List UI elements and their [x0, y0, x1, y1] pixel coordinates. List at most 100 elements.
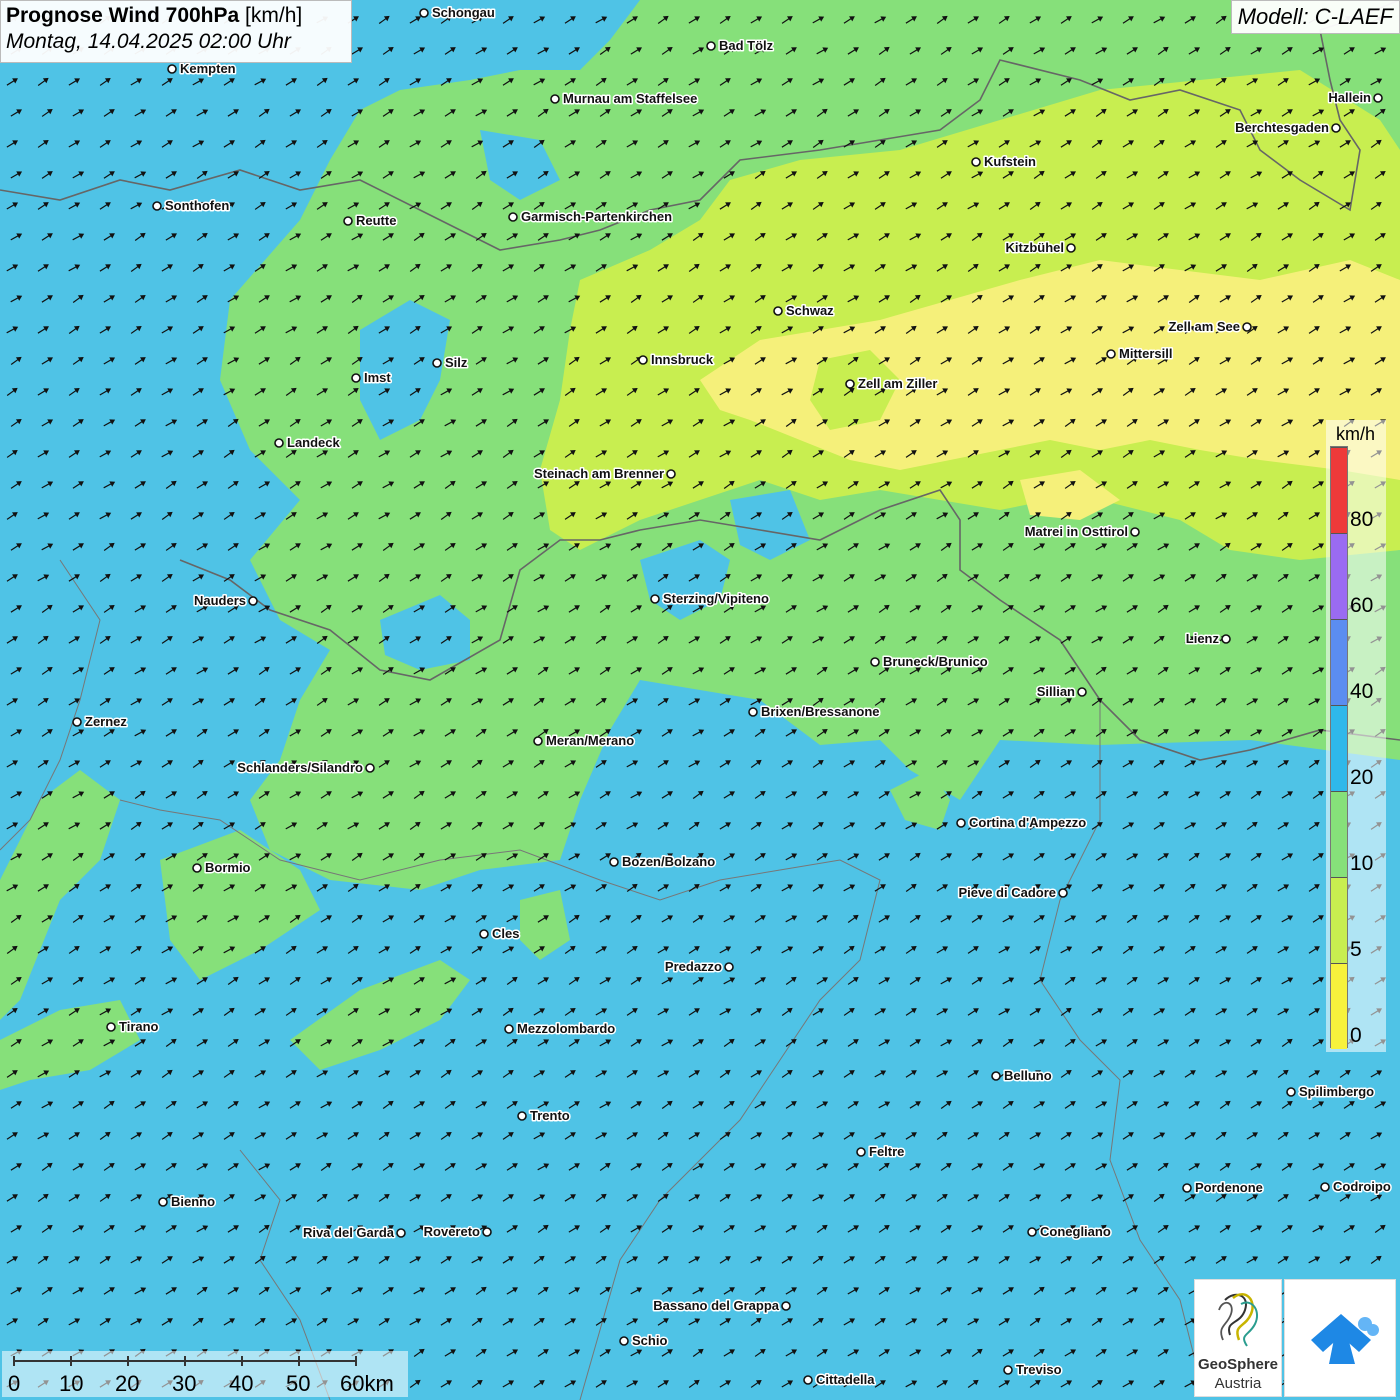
city-label: Innsbruck [651, 352, 714, 367]
weather-app-logo[interactable] [1284, 1279, 1396, 1397]
city-label: Codroipo [1333, 1179, 1391, 1194]
city-dot [650, 594, 660, 604]
city-marker: Pordenone [1182, 1179, 1264, 1197]
scale-label: 20 [115, 1371, 140, 1396]
city-dot [956, 818, 966, 828]
color-legend: km/h 0 5 10 20 40 60 80 [1326, 420, 1386, 1052]
legend-swatch [1331, 533, 1347, 619]
city-label: Schwaz [786, 303, 834, 318]
city-label: Tirano [119, 1019, 159, 1034]
city-label: Belluno [1004, 1068, 1052, 1083]
city-dot [1221, 634, 1231, 644]
legend-swatch [1331, 877, 1347, 963]
city-label: Sonthofen [165, 198, 229, 213]
city-label: Pieve di Cadore [958, 885, 1056, 900]
city-label: Cittadella [816, 1372, 875, 1387]
city-dot [1331, 123, 1341, 133]
scale-label: 30 [172, 1371, 197, 1396]
city-marker: Steinach am Brenner [532, 465, 676, 483]
city-marker: Schlanders/Silandro [236, 759, 375, 777]
city-marker: Cortina d'Ampezzo [956, 814, 1088, 832]
city-marker: Pieve di Cadore [957, 884, 1068, 902]
city-label: Berchtesgaden [1235, 120, 1329, 135]
city-label: Silz [445, 355, 468, 370]
scale-bar: 0 10 20 30 40 50 60km [2, 1351, 408, 1397]
map-title-box: Prognose Wind 700hPa [km/h] Montag, 14.0… [0, 0, 352, 63]
city-dot [803, 1375, 813, 1385]
city-marker: Schongau [419, 4, 496, 22]
city-dot [479, 929, 489, 939]
city-label: Bruneck/Brunico [883, 654, 988, 669]
city-dot [1286, 1087, 1296, 1097]
map-title-unit: [km/h] [245, 4, 303, 27]
geosphere-country: Austria [1214, 1375, 1262, 1392]
city-marker: Riva del Garda [301, 1224, 406, 1242]
city-dot [666, 469, 676, 479]
city-dot [773, 306, 783, 316]
city-dot [1058, 888, 1068, 898]
legend-label: 5 [1350, 938, 1362, 961]
city-marker: Spilimbergo [1286, 1083, 1376, 1101]
city-dot [419, 8, 429, 18]
city-label: Bad Tölz [719, 38, 774, 53]
city-dot [724, 962, 734, 972]
city-dot [1077, 687, 1087, 697]
geosphere-logo[interactable]: GeoSphere Austria [1194, 1279, 1282, 1397]
city-label: Bassano del Grappa [653, 1298, 779, 1313]
city-dot [856, 1147, 866, 1157]
city-dot [533, 736, 543, 746]
city-label: Bozen/Bolzano [622, 854, 715, 869]
city-dot [274, 438, 284, 448]
city-label: Schio [632, 1333, 667, 1348]
city-label: Murnau am Staffelsee [563, 91, 697, 106]
city-dot [365, 763, 375, 773]
city-label: Zell am Ziller [858, 376, 937, 391]
city-marker: Bozen/Bolzano [609, 853, 717, 871]
city-label: Kufstein [984, 154, 1036, 169]
legend-color-bar [1330, 446, 1348, 1049]
city-label: Pordenone [1195, 1180, 1263, 1195]
city-label: Brixen/Bressanone [761, 704, 880, 719]
scale-label: 50 [286, 1371, 311, 1396]
legend-unit: km/h [1336, 424, 1376, 444]
city-label: Steinach am Brenner [534, 466, 664, 481]
city-dot [1003, 1365, 1013, 1375]
map-datetime: Montag, 14.04.2025 02:00 Uhr [6, 30, 291, 53]
city-marker: Garmisch-Partenkirchen [508, 208, 674, 226]
legend-label: 40 [1350, 680, 1374, 703]
city-label: Trento [530, 1108, 570, 1123]
scale-label: 10 [59, 1371, 84, 1396]
legend-label: 80 [1350, 508, 1374, 531]
city-dot [192, 863, 202, 873]
city-marker: Berchtesgaden [1234, 119, 1341, 137]
city-dot [748, 707, 758, 717]
city-dot [248, 596, 258, 606]
city-dot [781, 1301, 791, 1311]
city-label: Lienz [1186, 631, 1220, 646]
city-dot [845, 379, 855, 389]
legend-label: 60 [1350, 594, 1374, 617]
city-dot [1320, 1182, 1330, 1192]
geosphere-name: GeoSphere [1197, 1356, 1279, 1373]
city-label: Zernez [85, 714, 127, 729]
city-label: Bormio [205, 860, 251, 875]
city-label: Reutte [356, 213, 396, 228]
city-marker: Zell am Ziller [845, 375, 939, 393]
city-dot [432, 358, 442, 368]
city-label: Conegliano [1040, 1224, 1111, 1239]
city-label: Bienno [171, 1194, 215, 1209]
city-dot [167, 64, 177, 74]
city-dot [991, 1071, 1001, 1081]
city-dot [1373, 93, 1383, 103]
city-marker: Conegliano [1027, 1223, 1112, 1241]
city-label: Mittersill [1119, 346, 1172, 361]
city-dot [1027, 1227, 1037, 1237]
city-dot [870, 657, 880, 667]
city-dot [1130, 527, 1140, 537]
city-label: Landeck [287, 435, 341, 450]
city-dot [638, 355, 648, 365]
wind-map[interactable]: Schongau Bad Tölz Kempten Murnau am Staffel… [0, 0, 1400, 1400]
legend-swatch [1331, 447, 1347, 533]
city-label: Cortina d'Ampezzo [969, 815, 1086, 830]
city-marker: Mezzolombardo [504, 1020, 617, 1038]
